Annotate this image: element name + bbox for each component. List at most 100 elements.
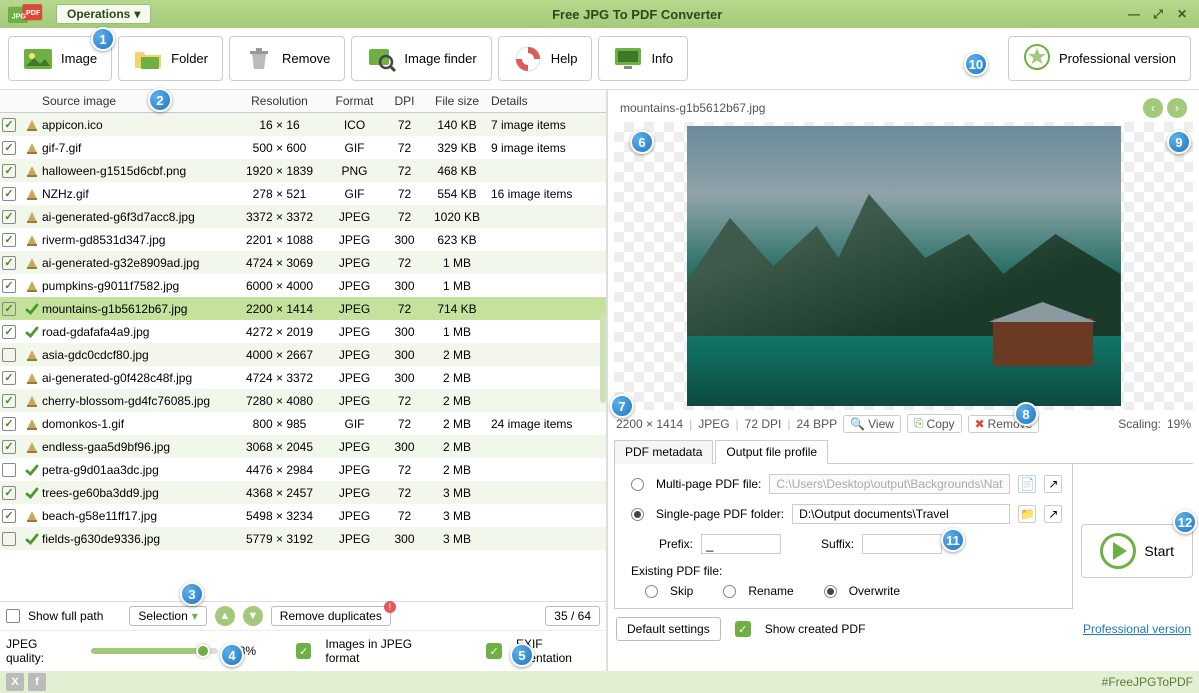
row-checkbox[interactable]	[2, 187, 16, 201]
row-checkbox[interactable]	[2, 532, 16, 546]
view-button[interactable]: 🔍View	[843, 415, 901, 433]
single-page-label: Single-page PDF folder:	[656, 507, 784, 521]
col-size[interactable]: File size	[427, 94, 487, 108]
table-row[interactable]: ai-generated-g32e8909ad.jpg4724 × 3069JP…	[0, 251, 606, 274]
table-row[interactable]: pumpkins-g9011f7582.jpg6000 × 4000JPEG30…	[0, 274, 606, 297]
browse-multi-button[interactable]: 📄	[1018, 475, 1036, 493]
row-checkbox[interactable]	[2, 463, 16, 477]
col-format[interactable]: Format	[327, 94, 382, 108]
table-row[interactable]: fields-g630de9336.jpg5779 × 3192JPEG3003…	[0, 527, 606, 550]
maximize-button[interactable]: ⤢	[1147, 5, 1169, 23]
table-row[interactable]: NZHz.gif278 × 521GIF72554 KB16 image ite…	[0, 182, 606, 205]
prefix-input[interactable]	[701, 534, 781, 554]
row-checkbox[interactable]	[2, 417, 16, 431]
row-checkbox[interactable]	[2, 164, 16, 178]
open-single-button[interactable]: ↗	[1044, 505, 1062, 523]
table-row[interactable]: domonkos-1.gif800 × 985GIF722 MB24 image…	[0, 412, 606, 435]
professional-version-button[interactable]: Professional version	[1008, 36, 1191, 81]
rename-radio[interactable]	[723, 585, 736, 598]
table-row[interactable]: appicon.ico16 × 16ICO72140 KB7 image ite…	[0, 113, 606, 136]
prev-image-button[interactable]: ‹	[1143, 98, 1163, 118]
row-resolution: 4000 × 2667	[232, 348, 327, 362]
overwrite-radio[interactable]	[824, 585, 837, 598]
tab-output-profile[interactable]: Output file profile	[715, 440, 828, 464]
row-checkbox[interactable]	[2, 371, 16, 385]
add-folder-button[interactable]: Folder	[118, 36, 223, 81]
jpeg-quality-slider[interactable]	[91, 648, 218, 654]
row-checkbox[interactable]	[2, 233, 16, 247]
row-status-icon	[22, 233, 42, 247]
table-row[interactable]: endless-gaa5d9bf96.jpg3068 × 2045JPEG300…	[0, 435, 606, 458]
move-down-button[interactable]: ▼	[243, 606, 263, 626]
table-row[interactable]: halloween-g1515d6cbf.png1920 × 1839PNG72…	[0, 159, 606, 182]
close-button[interactable]: ✕	[1171, 5, 1193, 23]
tab-pdf-metadata[interactable]: PDF metadata	[614, 440, 713, 464]
browse-single-button[interactable]: 📁	[1018, 505, 1036, 523]
row-format: PNG	[327, 164, 382, 178]
single-page-radio[interactable]	[631, 508, 644, 521]
row-checkbox[interactable]	[2, 486, 16, 500]
row-checkbox[interactable]	[2, 141, 16, 155]
table-row[interactable]: gif-7.gif500 × 600GIF72329 KB9 image ite…	[0, 136, 606, 159]
col-source[interactable]: Source image	[42, 94, 232, 108]
remove-button[interactable]: Remove	[229, 36, 345, 81]
row-checkbox[interactable]	[2, 348, 16, 362]
share-x-icon[interactable]: X	[6, 673, 24, 691]
skip-radio[interactable]	[645, 585, 658, 598]
table-row[interactable]: ai-generated-g6f3d7acc8.jpg3372 × 3372JP…	[0, 205, 606, 228]
images-jpeg-checkbox[interactable]: ✓	[296, 643, 312, 659]
row-checkbox[interactable]	[2, 394, 16, 408]
single-page-path-input[interactable]	[792, 504, 1010, 524]
start-button[interactable]: Start	[1081, 524, 1193, 578]
col-resolution[interactable]: Resolution	[232, 94, 327, 108]
move-up-button[interactable]: ▲	[215, 606, 235, 626]
open-multi-button[interactable]: ↗	[1044, 475, 1062, 493]
add-image-button[interactable]: 1 Image	[8, 36, 112, 81]
default-settings-button[interactable]: Default settings	[616, 617, 721, 641]
show-full-path-checkbox[interactable]	[6, 609, 20, 623]
exif-checkbox[interactable]: ✓	[486, 643, 502, 659]
row-checkbox[interactable]	[2, 118, 16, 132]
show-created-checkbox[interactable]: ✓	[735, 621, 751, 637]
multi-page-path-input[interactable]	[769, 474, 1010, 494]
preview-image	[687, 126, 1121, 406]
table-row[interactable]: asia-gdc0cdcf80.jpg4000 × 2667JPEG3002 M…	[0, 343, 606, 366]
remove-duplicates-button[interactable]: Remove duplicates !	[271, 606, 391, 626]
table-row[interactable]: road-gdafafa4a9.jpg4272 × 2019JPEG3001 M…	[0, 320, 606, 343]
row-status-icon	[22, 325, 42, 339]
operations-menu[interactable]: Operations ▾	[56, 4, 151, 24]
image-finder-button[interactable]: Image finder	[351, 36, 491, 81]
list-footer-row: 3 Show full path Selection ▾ ▲ ▼ Remove …	[0, 601, 606, 630]
suffix-input[interactable]	[862, 534, 942, 554]
next-image-button[interactable]: ›	[1167, 98, 1187, 118]
multi-page-radio[interactable]	[631, 478, 644, 491]
alert-badge-icon: !	[384, 601, 396, 613]
selection-dropdown[interactable]: Selection ▾	[129, 606, 206, 626]
row-checkbox[interactable]	[2, 302, 16, 316]
minimize-button[interactable]: —	[1123, 5, 1145, 23]
table-row[interactable]: riverm-gd8531d347.jpg2201 × 1088JPEG3006…	[0, 228, 606, 251]
table-row[interactable]: ai-generated-g0f428c48f.jpg4724 × 3372JP…	[0, 366, 606, 389]
table-row[interactable]: petra-g9d01aa3dc.jpg4476 × 2984JPEG722 M…	[0, 458, 606, 481]
col-dpi[interactable]: DPI	[382, 94, 427, 108]
table-row[interactable]: cherry-blossom-gd4fc76085.jpg7280 × 4080…	[0, 389, 606, 412]
row-checkbox[interactable]	[2, 440, 16, 454]
row-checkbox[interactable]	[2, 210, 16, 224]
row-checkbox[interactable]	[2, 509, 16, 523]
copy-button[interactable]: ⎘Copy	[907, 414, 962, 433]
row-checkbox[interactable]	[2, 279, 16, 293]
table-row[interactable]: beach-g58e11ff17.jpg5498 × 3234JPEG723 M…	[0, 504, 606, 527]
table-row[interactable]: trees-ge60ba3dd9.jpg4368 × 2457JPEG723 M…	[0, 481, 606, 504]
row-size: 2 MB	[427, 440, 487, 454]
row-filename: petra-g9d01aa3dc.jpg	[42, 463, 232, 477]
row-checkbox[interactable]	[2, 256, 16, 270]
row-filename: road-gdafafa4a9.jpg	[42, 325, 232, 339]
scrollbar-thumb[interactable]	[600, 313, 606, 403]
professional-version-link[interactable]: Professional version	[1083, 622, 1191, 636]
info-button[interactable]: Info	[598, 36, 688, 81]
table-row[interactable]: mountains-g1b5612b67.jpg2200 × 1414JPEG7…	[0, 297, 606, 320]
share-facebook-icon[interactable]: f	[28, 673, 46, 691]
help-button[interactable]: Help	[498, 36, 593, 81]
col-details[interactable]: Details	[487, 94, 604, 108]
row-checkbox[interactable]	[2, 325, 16, 339]
